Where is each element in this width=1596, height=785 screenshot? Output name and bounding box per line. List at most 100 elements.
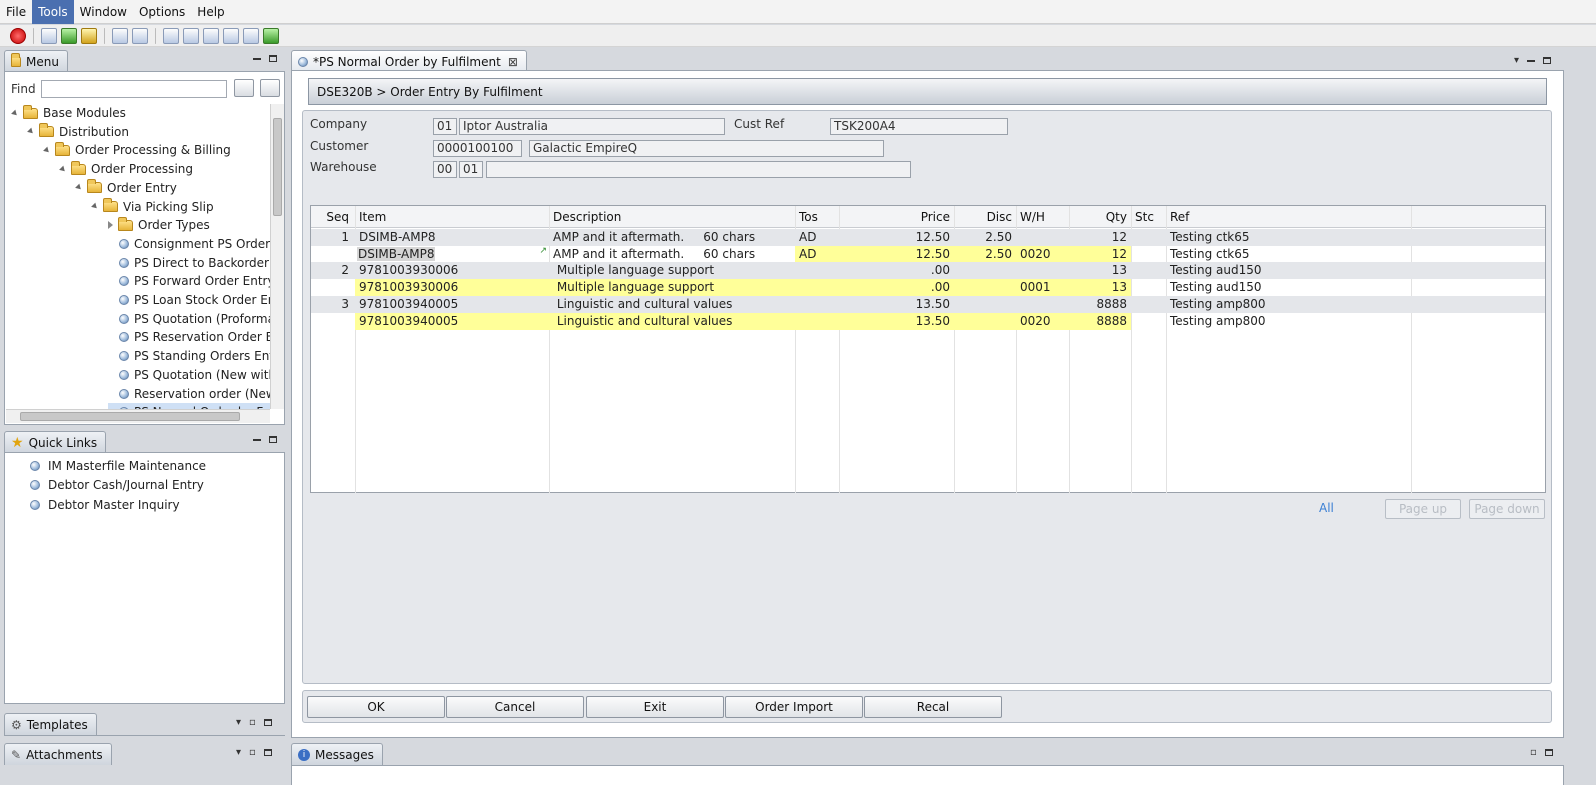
customer-name-field[interactable]: Galactic EmpireQ <box>529 140 884 157</box>
warehouse-field-2[interactable]: 01 <box>459 161 483 178</box>
chevron-down-icon[interactable]: ▾ <box>1514 55 1519 66</box>
document-icon[interactable] <box>132 27 148 44</box>
minimize-icon[interactable] <box>1527 59 1536 62</box>
maximize-icon[interactable] <box>1544 749 1553 756</box>
run-icon[interactable] <box>243 27 259 44</box>
maximize-icon[interactable] <box>263 719 272 726</box>
tree-node[interactable]: Via Picking Slip <box>91 198 214 216</box>
recal-button[interactable]: Recal <box>864 696 1002 718</box>
restore-icon[interactable]: ▫ <box>1530 747 1537 758</box>
menu-panel-tab[interactable]: Menu <box>4 50 68 72</box>
cell-tos[interactable]: AD <box>795 245 839 263</box>
cell-qty[interactable]: 8888 <box>1069 312 1131 330</box>
tree-node[interactable]: PS Direct to Backorder I <box>108 254 270 272</box>
cell-price[interactable]: 12.50 <box>839 245 954 263</box>
exit-button[interactable]: Exit <box>586 696 724 718</box>
cell-stc[interactable] <box>1131 279 1166 296</box>
tree-node[interactable]: Reservation order (New <box>108 385 270 403</box>
templates-tab[interactable]: ⚙ Templates <box>4 713 97 735</box>
ok-button[interactable]: OK <box>307 696 445 718</box>
cell-disc[interactable] <box>954 279 1016 297</box>
table-row[interactable]: DSIMB-AMP8 ↗ AMP and it aftermath. 60 char… <box>311 245 1545 263</box>
cell-price[interactable]: .00 <box>839 279 954 297</box>
minimize-icon[interactable] <box>253 57 261 60</box>
company-code-field[interactable]: 01 <box>433 118 457 135</box>
expand-arrow-icon[interactable] <box>59 165 67 173</box>
cell-desc[interactable]: Linguistic and cultural values <box>549 312 795 330</box>
cust-ref-field[interactable]: TSK200A4 <box>830 118 1008 135</box>
attachments-tab[interactable]: ✎ Attachments <box>4 743 112 765</box>
cell-qty[interactable]: 12 <box>1069 245 1131 263</box>
cancel-button[interactable]: Cancel <box>446 696 584 718</box>
cell-disc[interactable]: 2.50 <box>954 245 1016 263</box>
company-name-field[interactable]: Iptor Australia <box>459 118 725 135</box>
column-header-item[interactable]: Item <box>355 206 549 228</box>
restore-icon[interactable]: ▫ <box>249 717 256 728</box>
quick-links-tab[interactable]: ★ Quick Links <box>4 431 107 453</box>
tree-node[interactable]: Base Modules <box>11 104 126 122</box>
table-row[interactable]: 9781003930006 Multiple language support.… <box>311 279 1545 297</box>
print-icon[interactable] <box>41 27 57 44</box>
messages-tab[interactable]: i Messages <box>291 743 383 765</box>
cell-item[interactable]: 9781003940005 <box>355 312 549 330</box>
tree-node[interactable]: Order Types <box>108 216 210 234</box>
tree-node[interactable]: PS Loan Stock Order En <box>108 291 270 309</box>
table-row[interactable]: 2 9781003930006 Multiple language support… <box>311 262 1545 280</box>
maximize-icon[interactable] <box>1543 57 1552 64</box>
cell-stc[interactable] <box>1131 313 1166 330</box>
close-icon[interactable]: ⊠ <box>508 55 518 69</box>
cell-tos[interactable] <box>795 312 839 330</box>
find-input[interactable] <box>41 80 227 98</box>
customer-code-field[interactable]: 0000100100 <box>433 140 522 157</box>
tree-node[interactable]: Order Processing & Billing <box>43 141 231 159</box>
tree-node[interactable]: PS Forward Order Entry <box>108 272 270 290</box>
document-tab[interactable]: *PS Normal Order by Fulfilment ⊠ <box>291 50 527 72</box>
tree-node[interactable]: Order Entry <box>75 179 177 197</box>
table-row[interactable]: 3 9781003940005 Linguistic and cultural v… <box>311 295 1545 313</box>
cell-qty[interactable]: 13 <box>1069 279 1131 297</box>
cell-item[interactable]: 9781003930006 <box>355 279 549 297</box>
tree-node[interactable]: PS Standing Orders Ent <box>108 347 270 365</box>
expand-arrow-icon[interactable] <box>11 109 19 117</box>
cell-disc[interactable] <box>954 312 1016 330</box>
column-header-tos[interactable]: Tos <box>795 206 839 228</box>
warehouse-field-1[interactable]: 00 <box>433 161 457 178</box>
refresh-icon[interactable] <box>61 27 77 44</box>
cell-desc[interactable]: AMP and it aftermath. 60 chars <box>549 246 795 263</box>
table-row[interactable]: 9781003940005 Linguistic and cultural va… <box>311 312 1545 330</box>
window-icon[interactable] <box>163 27 179 44</box>
column-header-ref[interactable]: Ref <box>1166 206 1411 228</box>
collapsed-arrow-icon[interactable] <box>108 221 113 230</box>
maximize-icon[interactable] <box>269 436 277 443</box>
cell-ref[interactable]: Testing amp800 <box>1166 313 1411 330</box>
order-import-button[interactable]: Order Import <box>725 696 863 718</box>
column-header-qty[interactable]: Qty <box>1069 206 1131 228</box>
cell-item[interactable]: DSIMB-AMP8 ↗ <box>355 245 549 263</box>
expand-arrow-icon[interactable] <box>75 183 83 192</box>
collapse-all-icon[interactable] <box>260 79 280 97</box>
column-header-wh[interactable]: W/H <box>1016 206 1069 228</box>
power-icon[interactable] <box>10 27 26 44</box>
cell-wh[interactable]: 0001 <box>1016 279 1069 297</box>
image-icon[interactable] <box>81 27 97 44</box>
tree-node[interactable]: Distribution <box>27 123 129 141</box>
cell-stc[interactable] <box>1131 246 1166 263</box>
checklist-icon[interactable] <box>263 27 279 44</box>
cell-price[interactable]: 13.50 <box>839 312 954 330</box>
quick-link-item[interactable]: IM Masterfile Maintenance <box>30 459 206 473</box>
maximize-icon[interactable] <box>263 749 272 756</box>
menu-window[interactable]: Window <box>74 0 133 24</box>
scroll-thumb[interactable] <box>20 412 240 421</box>
cell-ref[interactable]: Testing ctk65 <box>1166 246 1411 263</box>
warehouse-field-3[interactable] <box>486 161 911 178</box>
minimize-icon[interactable] <box>253 438 261 441</box>
cell-wh[interactable]: 0020 <box>1016 245 1069 263</box>
quick-link-item[interactable]: Debtor Master Inquiry <box>30 498 180 512</box>
column-header-desc[interactable]: Description <box>549 206 795 228</box>
page-up-button[interactable]: Page up <box>1385 499 1461 519</box>
cell-seq[interactable] <box>311 279 353 296</box>
tree-node[interactable]: PS Quotation (Proforma <box>108 310 270 328</box>
tree-node[interactable]: Consignment PS Order I <box>108 235 270 253</box>
column-header-seq[interactable]: Seq <box>311 206 353 228</box>
quick-link-item[interactable]: Debtor Cash/Journal Entry <box>30 478 204 492</box>
